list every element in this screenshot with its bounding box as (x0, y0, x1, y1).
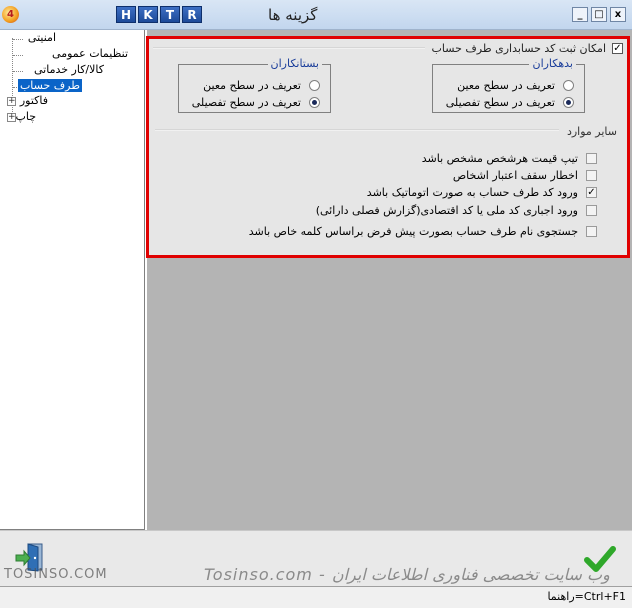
tree-item-label: امنیتی (27, 31, 56, 44)
minimize-button[interactable]: _ (572, 7, 588, 22)
tree-connector (12, 38, 13, 118)
debtors-option-label: تعریف در سطح معین (457, 79, 555, 92)
status-bar: راهنما=Ctrl+F1 (0, 586, 632, 608)
option-checkbox[interactable] (586, 170, 597, 181)
option-label: اخطار سقف اعتبار اشخاص (452, 169, 578, 182)
creditors-option-label: تعریف در سطح معین (203, 79, 301, 92)
maximize-button[interactable]: □ (591, 7, 607, 22)
tree-item-security[interactable]: امنیتی (28, 31, 56, 46)
option-row[interactable]: ورود اجباری کد ملی یا کد اقتصادی(گزارش ف… (316, 204, 597, 217)
option-row[interactable]: جستجوی نام طرف حساب بصورت پیش فرض براساس… (249, 225, 597, 238)
tree-item-print[interactable]: چاپ (15, 110, 36, 125)
divider (155, 129, 559, 131)
tree-item-label: طرف حساب (17, 79, 82, 92)
option-label: جستجوی نام طرف حساب بصورت پیش فرض براساس… (248, 225, 578, 238)
t-button[interactable]: T (160, 6, 180, 23)
debtors-group: بدهکاران تعریف در سطح معین تعریف در سطح … (432, 57, 585, 113)
tree-item-label: تنظیمات عمومی (52, 47, 128, 60)
radio-button[interactable] (563, 97, 574, 108)
title-bar: 4 H K T R گزینه ها _ □ x (0, 0, 632, 30)
creditors-group: بستانکاران تعریف در سطح معین تعریف در سط… (178, 57, 331, 113)
highlighted-settings-frame: امکان ثبت کد حسابداری طرف حساب ✓ بدهکارا… (146, 36, 630, 258)
window-title: گزینه ها (268, 6, 318, 24)
option-checkbox[interactable] (586, 205, 597, 216)
radio-button[interactable] (309, 97, 320, 108)
help-shortcut-hint: راهنما=Ctrl+F1 (547, 590, 626, 603)
h-button[interactable]: H (116, 6, 136, 23)
tree-item-label: کالا/کار خدماتی (33, 63, 104, 76)
radio-button[interactable] (563, 80, 574, 91)
expand-plus-icon[interactable]: + (7, 97, 16, 106)
enable-accounting-checkbox[interactable]: ✓ (612, 43, 623, 54)
creditors-option-row[interactable]: تعریف در سطح تفصیلی (192, 96, 320, 109)
option-checkbox[interactable]: ✓ (586, 187, 597, 198)
tree-item-account-party[interactable]: طرف حساب (17, 79, 82, 94)
options-tree: امنیتی تنظیمات عمومی کالا/کار خدماتی طرف… (0, 30, 145, 530)
tree-item-label: چاپ (15, 110, 36, 123)
r-button[interactable]: R (182, 6, 202, 23)
divider (153, 47, 425, 49)
app-logo-icon[interactable]: 4 (2, 6, 19, 23)
tree-connector (13, 71, 23, 72)
hktr-toolbar: H K T R (116, 6, 202, 23)
option-label: تیپ قیمت هرشخص مشخص باشد (421, 152, 578, 165)
creditors-legend: بستانکاران (267, 57, 322, 70)
radio-button[interactable] (309, 80, 320, 91)
option-label: ورود کد طرف حساب به صورت اتوماتیک باشد (366, 186, 578, 199)
enable-accounting-label: امکان ثبت کد حسابداری طرف حساب (431, 42, 606, 55)
watermark: TOSINSO.COM Tosinso.com - وب سایت تخصصی … (0, 565, 632, 585)
tree-connector (13, 39, 23, 40)
debtors-option-row[interactable]: تعریف در سطح معین (457, 79, 574, 92)
enable-accounting-row: امکان ثبت کد حسابداری طرف حساب ✓ (432, 42, 623, 55)
tree-item-goods-services[interactable]: کالا/کار خدماتی (34, 63, 104, 78)
window-controls: _ □ x (572, 7, 626, 22)
watermark-text: Tosinso.com - وب سایت تخصصی فناوری اطلاع… (204, 565, 610, 584)
watermark-logo-text: TOSINSO.COM (4, 567, 108, 582)
creditors-option-label: تعریف در سطح تفصیلی (191, 96, 301, 109)
option-row[interactable]: تیپ قیمت هرشخص مشخص باشد (422, 152, 597, 165)
debtors-option-row[interactable]: تعریف در سطح تفصیلی (446, 96, 574, 109)
tree-item-label: فاکتور (19, 94, 48, 107)
k-button[interactable]: K (138, 6, 158, 23)
close-button[interactable]: x (610, 7, 626, 22)
option-label: ورود اجباری کد ملی یا کد اقتصادی(گزارش ف… (315, 204, 578, 217)
tree-connector (13, 55, 23, 56)
option-row[interactable]: ورود کد طرف حساب به صورت اتوماتیک باشد ✓ (367, 186, 597, 199)
tree-item-general-settings[interactable]: تنظیمات عمومی (52, 47, 128, 62)
tree-item-invoice[interactable]: فاکتور (20, 94, 48, 109)
debtors-legend: بدهکاران (529, 57, 576, 70)
creditors-option-row[interactable]: تعریف در سطح معین (203, 79, 320, 92)
option-checkbox[interactable] (586, 153, 597, 164)
debtors-option-label: تعریف در سطح تفصیلی (445, 96, 555, 109)
other-options-title: سایر موارد (566, 125, 617, 138)
option-checkbox[interactable] (586, 226, 597, 237)
option-row[interactable]: اخطار سقف اعتبار اشخاص (453, 169, 597, 182)
